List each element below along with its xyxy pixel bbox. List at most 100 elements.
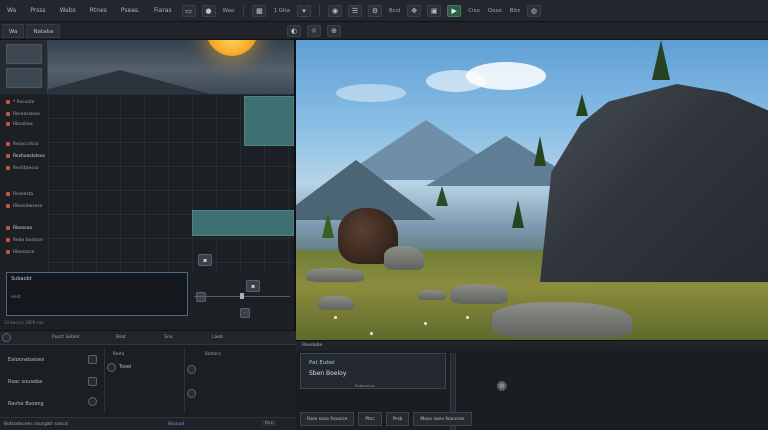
action-button[interactable]: Prsb — [385, 412, 410, 426]
toolbar-label: Bcsl — [389, 7, 401, 14]
toggle-button[interactable] — [88, 377, 97, 386]
property-row[interactable]: Reskesta — [6, 190, 33, 198]
curve-editor[interactable]: Subaobt eest — [6, 272, 188, 316]
properties-panel: * Rscusto Rbreaslasse Rbsaloac Relaccrls… — [0, 40, 296, 330]
property-icon — [6, 142, 10, 146]
action-button[interactable]: Ptsc — [358, 412, 382, 426]
add-key-button[interactable]: ▪ — [198, 254, 212, 266]
dropdown-icon[interactable]: ▾ — [297, 4, 312, 17]
list-item[interactable]: Ravhe Bsoeng — [8, 401, 44, 407]
property-label: * Rscusto — [13, 99, 35, 105]
property-row[interactable]: Rbesotwseso — [6, 202, 43, 210]
menu-item-4[interactable]: Rtnes — [83, 0, 114, 22]
tab-project[interactable]: Wa — [2, 23, 25, 38]
expand-icon[interactable] — [2, 333, 11, 342]
menu-item-6[interactable]: Fiaras — [147, 0, 179, 22]
footer-link[interactable]: Bssoud — [168, 422, 184, 427]
panel-footer: Botsodocees sourgatr soocd Bssoud Rcs — [0, 417, 296, 430]
thumbnail[interactable] — [6, 68, 42, 88]
action-button[interactable]: Rare ssoe fsoocse — [300, 412, 355, 426]
asset-card[interactable]: Pat Eubel Sben Boeloy Bsbossoan — [300, 353, 446, 389]
pine-tree — [534, 136, 546, 166]
gizmo-icon[interactable]: ⊕ — [327, 25, 341, 37]
menu-item-5[interactable]: Pseas. — [114, 0, 147, 22]
key-marker-button[interactable]: · — [196, 292, 206, 302]
play-icon[interactable]: ▶ — [447, 4, 462, 17]
menu-item-3[interactable]: Wabs — [53, 0, 83, 22]
list-item[interactable]: Eaioonebaloes — [8, 357, 44, 363]
viewport-controls: ◐ ☼ ⊕ — [284, 25, 344, 37]
key-marker-button[interactable]: · — [240, 308, 250, 318]
dial-control[interactable] — [187, 389, 196, 398]
toolbar-divider — [243, 4, 245, 17]
grid-icon[interactable]: ▦ — [252, 4, 267, 17]
sun-graphic — [206, 40, 258, 56]
rock — [318, 296, 354, 310]
property-row[interactable]: Relaccrlsco — [6, 140, 38, 148]
property-label: Rebo bosloce — [13, 237, 43, 243]
layers-icon[interactable]: ☰ — [348, 4, 363, 17]
flower — [466, 316, 469, 319]
parameter-value: Tsoel — [119, 364, 132, 370]
mini-preview — [0, 40, 294, 94]
property-label: Rbseasce — [13, 249, 35, 255]
action-button[interactable]: Mosv soev fsaccses — [413, 412, 472, 426]
pine-tree — [436, 186, 448, 206]
pine-tree — [512, 200, 524, 228]
toggle-button[interactable] — [88, 397, 97, 406]
property-icon — [6, 122, 10, 126]
property-row[interactable]: Rebo bosloce — [6, 236, 43, 244]
view-icon[interactable]: ◉ — [328, 4, 343, 17]
rock — [492, 302, 632, 338]
asset-title: Pat Eubel — [309, 360, 335, 366]
record-icon[interactable]: ● — [201, 4, 216, 17]
panel-status: 10 boo:sa 1800 coo — [4, 320, 44, 325]
scale-icon[interactable]: ▣ — [427, 4, 442, 17]
menubar: Wa Prsss Wabs Rtnes Pseas. Fiaras ▭ ● Wa… — [0, 0, 768, 22]
add-key-button[interactable]: ▪ — [246, 280, 260, 292]
menu-item-2[interactable]: Prsss — [23, 0, 52, 22]
select-tool-icon[interactable]: ▭ — [181, 4, 196, 17]
list-item[interactable]: Rsac souseba — [8, 379, 42, 385]
globe-icon[interactable]: ◍ — [527, 4, 542, 17]
camera-icon[interactable]: ◐ — [287, 25, 301, 37]
property-row[interactable]: Reshoeslotsos — [6, 152, 45, 160]
footer-text: Botsodocees sourgatr soocd — [4, 422, 68, 427]
flower — [334, 316, 337, 319]
property-row[interactable]: Reshtaesso — [6, 164, 39, 172]
property-icon — [6, 166, 10, 170]
settings-icon[interactable]: ✺ — [496, 379, 508, 395]
cloud — [426, 70, 486, 92]
thumbnail[interactable] — [6, 44, 42, 64]
move-icon[interactable]: ✥ — [407, 4, 422, 17]
toolbar-label: 1 Gtia — [273, 7, 291, 14]
property-icon — [6, 192, 10, 196]
curve-value: eest — [11, 295, 21, 300]
property-row[interactable]: Rbreaslasse — [6, 110, 40, 118]
animation-panel: Pusct Sobler Bsot Sno Laeb Eaioonebaloes… — [0, 330, 296, 430]
property-icon — [6, 204, 10, 208]
scene-viewport[interactable] — [296, 40, 768, 340]
tab-scene[interactable]: Nataba — [26, 23, 61, 38]
property-row[interactable]: Rbseasce — [6, 248, 34, 256]
property-label: Reskesta — [13, 191, 34, 197]
track-handle[interactable] — [240, 293, 244, 299]
keyframe-block[interactable] — [244, 96, 294, 146]
panel-header: Pusct Sobler Bsot Sno Laeb — [0, 331, 296, 345]
dial-control[interactable] — [187, 365, 196, 374]
keyframe-block[interactable] — [192, 210, 294, 236]
property-row[interactable]: * Rscusto — [6, 98, 34, 106]
property-row[interactable]: Rbsaloac — [6, 120, 33, 128]
toggle-button[interactable] — [88, 355, 97, 364]
property-label: Reshoeslotsos — [13, 153, 45, 159]
properties-list: * Rscusto Rbreaslasse Rbsaloac Relaccrls… — [0, 94, 294, 330]
cliff-rock — [540, 84, 768, 282]
light-icon[interactable]: ☼ — [307, 25, 321, 37]
curve-label: Subaobt — [11, 276, 32, 282]
menu-item-1[interactable]: Wa — [0, 0, 23, 22]
settings-icon[interactable]: ⚙ — [368, 4, 383, 17]
dial-control[interactable] — [107, 363, 116, 372]
property-label: Relaccrlsco — [13, 141, 39, 147]
footer-button[interactable]: Rcs — [262, 421, 276, 426]
property-row[interactable]: Rbessoa — [6, 224, 32, 232]
